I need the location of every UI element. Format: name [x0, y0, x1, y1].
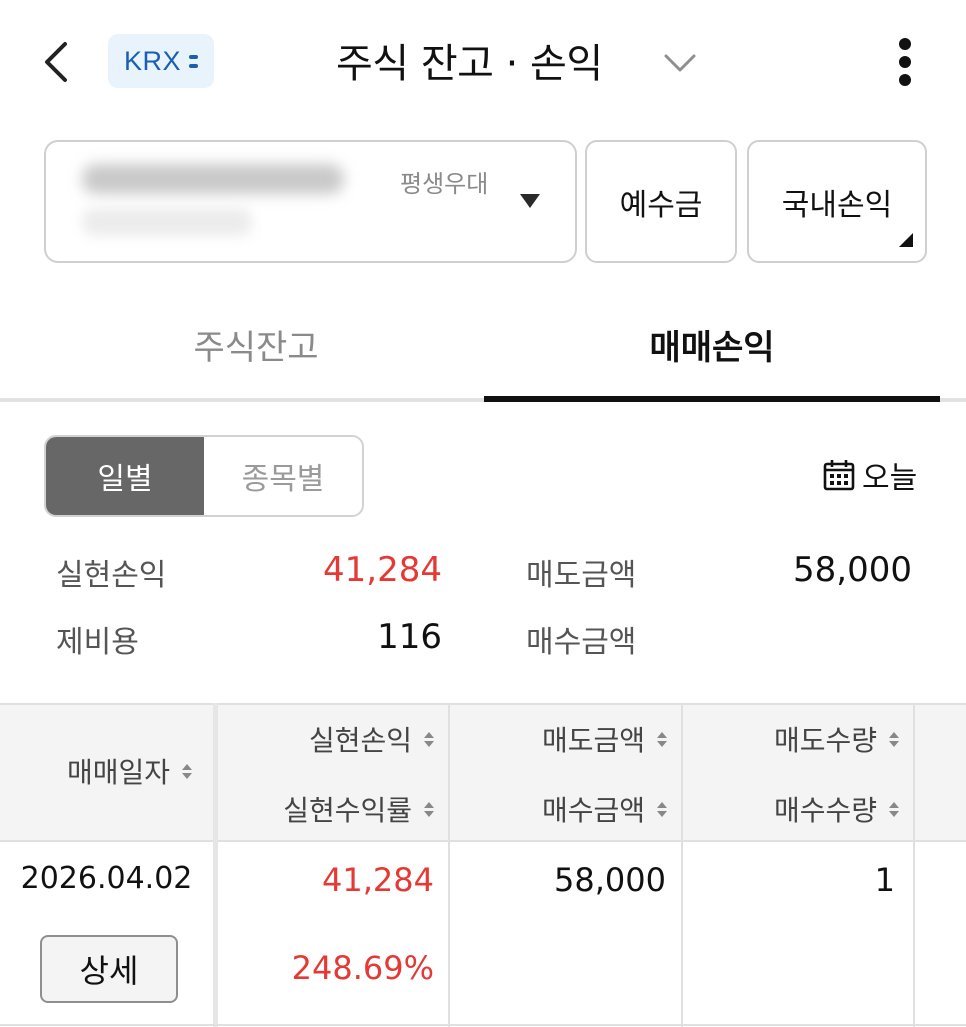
sort-icon	[424, 801, 434, 817]
header-sell-qty-label: 매도수량	[773, 724, 877, 757]
date-filter-button[interactable]: 오늘	[822, 454, 917, 496]
domestic-pnl-button-label: 국내손익	[781, 187, 893, 223]
segment-by-stock[interactable]: 종목별	[204, 437, 362, 515]
active-tab-indicator	[484, 396, 940, 402]
tab-bar: 주식잔고 매매손익	[0, 290, 966, 404]
row-trade-date: 2026.04.02	[20, 861, 193, 896]
chevron-left-icon	[45, 42, 67, 82]
sell-amount-label: 매도금액	[526, 558, 637, 593]
row-divider	[0, 1024, 966, 1026]
detail-button[interactable]: 상세	[40, 935, 178, 1003]
account-owner-masked	[82, 208, 252, 236]
sort-icon	[889, 801, 899, 817]
account-selector[interactable]: 평생우대	[44, 140, 577, 263]
segment-daily-label: 일별	[97, 462, 153, 497]
sort-icon	[424, 731, 434, 747]
domestic-pnl-button[interactable]: 국내손익	[747, 140, 927, 263]
row-realized-pnl: 41,284	[322, 861, 434, 899]
date-filter-label: 오늘	[862, 461, 918, 496]
header-trade-date[interactable]: 매매일자	[0, 751, 206, 791]
sell-amount-value: 58,000	[793, 550, 912, 590]
header-buy-amount-label: 매수금액	[541, 794, 645, 827]
row-sell-amount: 58,000	[554, 861, 666, 899]
realized-pnl-value: 41,284	[323, 550, 442, 590]
deposit-button[interactable]: 예수금	[585, 140, 737, 263]
sort-icon	[182, 763, 192, 779]
more-vertical-icon	[899, 38, 911, 86]
header-sell-amount[interactable]: 매도금액	[450, 719, 681, 759]
header-sell-qty[interactable]: 매도수량	[683, 719, 913, 759]
chevron-down-icon[interactable]	[662, 44, 698, 80]
exchange-badge-label: KRX	[123, 45, 182, 76]
exchange-badge[interactable]: KRX	[108, 34, 214, 88]
column-divider	[913, 703, 915, 1027]
sort-icon	[657, 801, 667, 817]
app-header: KRX 주식 잔고 · 손익	[0, 0, 966, 122]
fees-label: 제비용	[56, 625, 139, 660]
header-buy-amount[interactable]: 매수금액	[450, 789, 681, 829]
dropdown-arrow-icon	[520, 194, 540, 208]
row-sell-qty: 1	[874, 861, 895, 899]
row-realized-return: 248.69%	[291, 949, 434, 987]
more-menu-button[interactable]	[882, 34, 928, 90]
header-buy-qty-label: 매수수량	[773, 794, 877, 827]
trade-pnl-table: 매매일자 실현손익 실현수익률 매도금액 매수금액 매도수량 매수수량 2026…	[0, 703, 966, 1027]
detail-button-label: 상세	[79, 952, 139, 990]
account-number-masked	[82, 164, 344, 194]
page-title-selector[interactable]: 주식 잔고 · 손익	[336, 28, 603, 92]
header-realized-pnl[interactable]: 실현손익	[218, 719, 448, 759]
calendar-icon	[823, 460, 855, 491]
page-title: 주식 잔고 · 손익	[336, 41, 603, 87]
header-realized-return-label: 실현수익률	[283, 794, 412, 827]
tab-stock-balance-label: 주식잔고	[193, 327, 319, 368]
segment-daily[interactable]: 일별	[46, 437, 204, 515]
header-sell-amount-label: 매도금액	[541, 724, 645, 757]
tab-trade-pnl[interactable]: 매매손익	[484, 290, 940, 398]
tab-stock-balance[interactable]: 주식잔고	[28, 290, 484, 398]
header-trade-date-label: 매매일자	[66, 756, 170, 789]
header-buy-qty[interactable]: 매수수량	[683, 789, 913, 829]
sort-icon	[889, 731, 899, 747]
view-mode-segment: 일별 종목별	[44, 435, 364, 517]
sort-icon	[657, 731, 667, 747]
account-type-label: 평생우대	[400, 170, 489, 198]
toggle-icon	[189, 54, 199, 68]
back-button[interactable]	[28, 30, 84, 94]
header-realized-return[interactable]: 실현수익률	[218, 789, 448, 829]
segment-by-stock-label: 종목별	[241, 462, 325, 497]
deposit-button-label: 예수금	[619, 187, 703, 223]
tab-trade-pnl-label: 매매손익	[649, 327, 775, 368]
realized-pnl-label: 실현손익	[56, 558, 167, 593]
header-realized-pnl-label: 실현손익	[308, 724, 412, 757]
buy-amount-label: 매수금액	[526, 625, 637, 660]
corner-triangle-icon	[899, 233, 913, 247]
fees-value: 116	[377, 617, 442, 657]
